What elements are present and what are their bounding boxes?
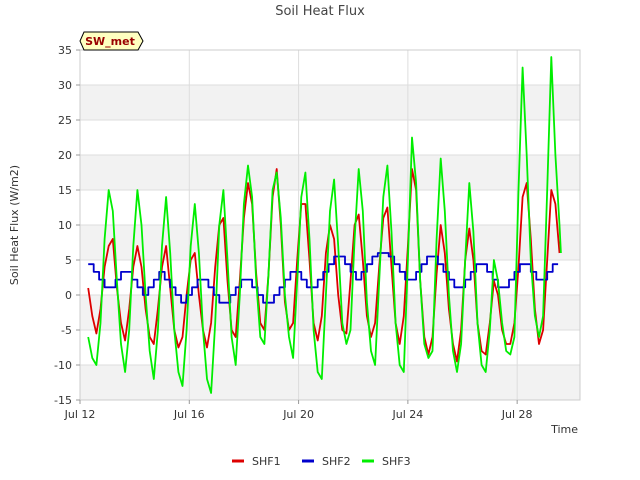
x-tick-label: Jul 12 xyxy=(64,408,96,421)
legend-label-shf2: SHF2 xyxy=(322,455,351,468)
y-axis-label: Soil Heat Flux (W/m2) xyxy=(8,165,21,285)
x-tick-label: Jul 16 xyxy=(173,408,205,421)
plot-band xyxy=(80,295,580,330)
y-tick-label: 35 xyxy=(58,44,72,57)
y-tick-label: 30 xyxy=(58,79,72,92)
plot-band xyxy=(80,85,580,120)
legend-label-shf3: SHF3 xyxy=(382,455,411,468)
legend-label-shf1: SHF1 xyxy=(252,455,281,468)
x-tick-label: Jul 28 xyxy=(501,408,533,421)
chart-title: Soil Heat Flux xyxy=(275,4,365,19)
plot-band xyxy=(80,155,580,190)
legend: SHF1 SHF2 SHF3 xyxy=(232,455,411,468)
y-tick-label: -5 xyxy=(61,324,72,337)
y-tick-label: 25 xyxy=(58,114,72,127)
y-tick-label: 15 xyxy=(58,184,72,197)
y-tick-label: -15 xyxy=(54,394,72,407)
y-tick-label: 20 xyxy=(58,149,72,162)
x-tick-label: Jul 24 xyxy=(391,408,423,421)
y-tick-label: 5 xyxy=(65,254,72,267)
soil-heat-flux-chart: -15 -10 -5 0 5 10 15 20 25 30 35 Jul 12 Jul 16 Jul 2… xyxy=(0,0,640,480)
y-tick-label: 0 xyxy=(65,289,72,302)
x-tick-label: Jul 20 xyxy=(282,408,314,421)
site-badge-label: SW_met xyxy=(85,35,135,48)
x-axis-label: Time xyxy=(550,423,578,436)
y-tick-label: -10 xyxy=(54,359,72,372)
y-tick-label: 10 xyxy=(58,219,72,232)
site-badge: SW_met xyxy=(79,31,144,51)
